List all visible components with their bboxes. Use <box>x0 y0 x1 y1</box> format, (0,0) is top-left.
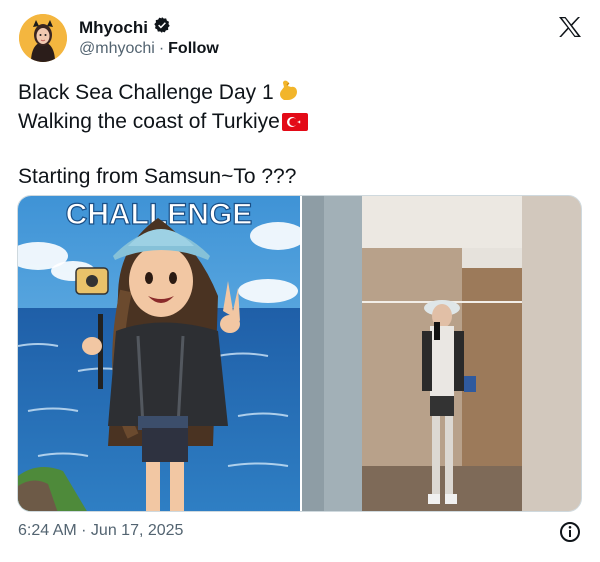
tweet-line-2: Walking the coast of Turkiye <box>18 109 308 138</box>
avatar[interactable] <box>19 14 67 62</box>
author-handle[interactable]: @mhyochi <box>79 40 155 58</box>
tweet-line-3: Starting from Samsun~To ??? <box>18 165 297 188</box>
info-icon[interactable] <box>559 521 581 543</box>
tweet-line-1: Black Sea Challenge Day 1 <box>18 78 308 109</box>
tweet-text: Black Sea Challenge Day 1 Walking the co… <box>18 78 308 190</box>
author-name-row: Mhyochi <box>79 16 171 39</box>
follow-button[interactable]: Follow <box>168 40 219 58</box>
tweet-timestamp[interactable]: 6:24 AM · Jun 17, 2025 <box>18 522 183 540</box>
mirror-selfie-photo[interactable] <box>302 196 581 511</box>
media-gallery[interactable]: CHALLENGE <box>17 195 582 512</box>
turkey-flag-emoji <box>281 112 308 138</box>
challenge-illustration-image[interactable]: CHALLENGE <box>18 196 306 511</box>
separator-dot: · <box>158 40 165 57</box>
author-display-name[interactable]: Mhyochi <box>79 18 148 38</box>
x-logo-icon[interactable] <box>558 16 582 38</box>
flexed-biceps-emoji <box>276 78 300 109</box>
tweet-card: Mhyochi @mhyochi · Follow Black Sea Chal… <box>0 0 600 562</box>
author-handle-row: @mhyochi · Follow <box>79 40 219 58</box>
verified-icon <box>153 16 171 39</box>
